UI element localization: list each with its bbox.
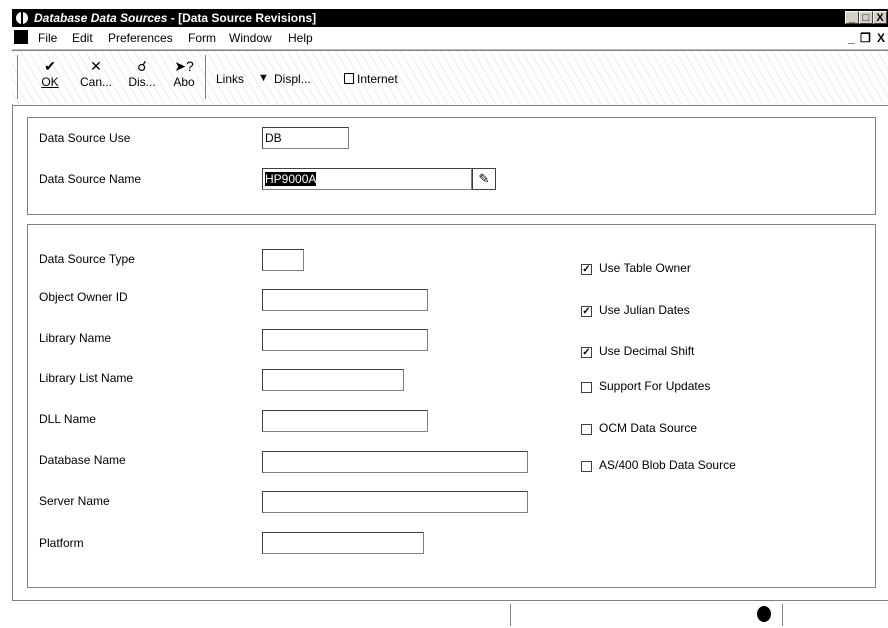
use-julian-dates-checkbox[interactable]: ✓ [581,306,592,317]
platform-field[interactable] [262,532,424,554]
title-bar: Database Data Sources - [Data Source Rev… [12,9,888,27]
library-list-name-field[interactable] [262,369,404,391]
status-bar [12,600,888,628]
search-pencil-icon: ✎ [478,171,490,186]
support-for-updates-label: Support For Updates [599,379,711,393]
data-source-type-label: Data Source Type [39,252,135,266]
app-globe-icon [16,12,28,24]
use-julian-dates-label: Use Julian Dates [599,303,690,317]
minimize-button[interactable]: _ [845,11,859,24]
data-source-use-label: Data Source Use [39,131,131,145]
checkmark-icon: ✓ [582,347,591,358]
menu-bar: File Edit Preferences Form Window Help _… [12,27,888,50]
maximize-button[interactable]: □ [859,11,873,24]
toolbar-grip [17,55,19,99]
binoculars-icon: ☌ [137,58,147,74]
window-title: Database Data Sources - [Data Source Rev… [34,11,317,25]
links-menu[interactable]: Links [216,72,244,86]
data-source-detail-group: Data Source Type Object Owner ID Library… [27,224,876,588]
data-source-header-group: Data Source Use DB Data Source Name HP90… [27,117,876,215]
x-icon: ✕ [90,58,102,74]
checkmark-icon: ✔ [44,58,56,74]
ocm-data-source-checkbox[interactable] [581,424,592,435]
data-source-name-field[interactable]: HP9000A [262,168,472,190]
dropdown-triangle-icon: ▼ [258,72,269,84]
database-name-label: Database Name [39,453,126,467]
data-source-name-label: Data Source Name [39,172,142,186]
internet-icon [344,73,354,84]
help-pointer-icon: ➤? [174,58,194,74]
display-button[interactable]: ☌ Dis... [122,57,162,89]
use-decimal-shift-checkbox[interactable]: ✓ [581,347,592,358]
object-owner-label: Object Owner ID [39,290,128,304]
use-table-owner-checkbox[interactable]: ✓ [581,264,592,275]
support-for-updates-checkbox[interactable] [581,382,592,393]
library-name-label: Library Name [39,331,112,345]
display-label: Dis... [128,75,156,89]
data-source-use-field[interactable]: DB [262,127,349,149]
dll-name-label: DLL Name [39,412,96,426]
globe-status-icon [757,606,771,622]
menu-form[interactable]: Form [188,31,216,45]
menu-file[interactable]: File [38,31,57,45]
library-name-field[interactable] [262,329,428,351]
server-name-label: Server Name [39,494,110,508]
ocm-data-source-label: OCM Data Source [599,421,698,435]
left-border [12,104,13,600]
menu-help[interactable]: Help [288,31,313,45]
database-name-field[interactable] [262,451,528,473]
child-restore-button[interactable]: ❐ [860,31,871,45]
status-panel-divider [510,604,511,626]
data-source-name-value: HP9000A [265,172,317,186]
as400-blob-label: AS/400 Blob Data Source [599,458,736,472]
ok-button[interactable]: ✔ OK [36,57,64,89]
close-button[interactable]: X [873,11,887,24]
toolbar: ✔ OK ✕ Can... ☌ Dis... ➤? Abo Links ▼ Di… [12,50,888,106]
menu-edit[interactable]: Edit [72,31,93,45]
as400-blob-checkbox[interactable] [581,461,592,472]
checkmark-icon: ✓ [582,306,591,317]
menu-window[interactable]: Window [229,31,272,45]
visual-assist-button[interactable]: ✎ [472,168,496,190]
platform-label: Platform [39,536,84,550]
data-source-type-field[interactable] [262,249,304,271]
internet-link[interactable]: Internet [357,72,398,86]
about-button[interactable]: ➤? Abo [168,57,200,89]
about-label: Abo [173,75,195,89]
display-menu[interactable]: Displ... [274,72,311,86]
child-minimize-button[interactable]: _ [848,31,855,45]
dll-name-field[interactable] [262,410,428,432]
library-list-name-label: Library List Name [39,371,134,385]
use-decimal-shift-label: Use Decimal Shift [599,344,695,358]
status-panel-divider [782,604,783,626]
document-icon [14,30,28,44]
checkmark-icon: ✓ [582,264,591,275]
object-owner-field[interactable] [262,289,428,311]
toolbar-separator [205,55,207,99]
cancel-button[interactable]: ✕ Can... [76,57,116,89]
child-close-button[interactable]: X [877,31,885,45]
use-table-owner-label: Use Table Owner [599,261,691,275]
ok-label: OK [41,75,59,89]
menu-preferences[interactable]: Preferences [108,31,173,45]
cancel-label: Can... [79,75,112,89]
server-name-field[interactable] [262,491,528,513]
